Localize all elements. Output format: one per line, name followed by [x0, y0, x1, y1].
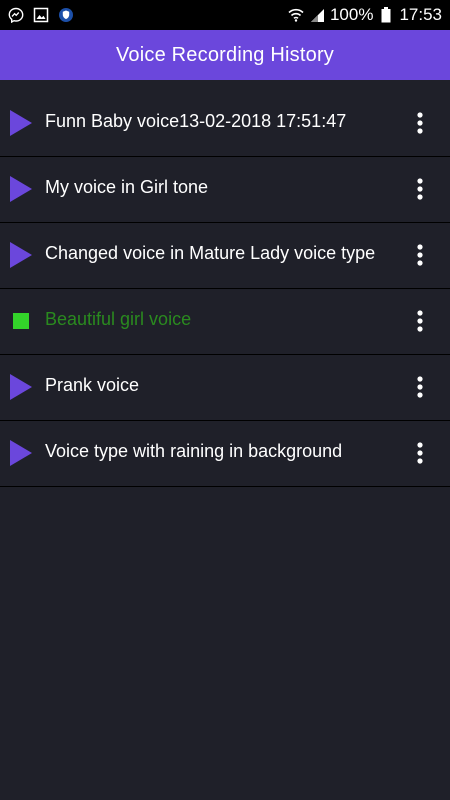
more-options-icon[interactable]	[408, 243, 432, 267]
more-options-icon[interactable]	[408, 441, 432, 465]
recording-item[interactable]: Prank voice	[0, 355, 450, 421]
signal-icon	[309, 7, 325, 23]
recording-item[interactable]: Beautiful girl voice	[0, 289, 450, 355]
clock: 17:53	[399, 5, 442, 24]
play-icon[interactable]	[9, 440, 33, 466]
image-icon	[33, 7, 49, 23]
stop-icon[interactable]	[9, 309, 33, 333]
recording-item[interactable]: Funn Baby voice13-02-2018 17:51:47	[0, 91, 450, 157]
play-icon[interactable]	[9, 176, 33, 202]
messenger-icon	[8, 7, 24, 23]
recording-title: Changed voice in Mature Lady voice type	[45, 243, 376, 263]
more-options-icon[interactable]	[408, 309, 432, 333]
battery-icon	[378, 7, 394, 23]
recording-title: Beautiful girl voice	[45, 309, 192, 329]
recording-list: Funn Baby voice13-02-2018 17:51:47 My voi…	[0, 91, 450, 487]
more-options-icon[interactable]	[408, 111, 432, 135]
battery-percent: 100%	[329, 5, 374, 24]
recording-title: Funn Baby voice13-02-2018 17:51:47	[45, 111, 347, 131]
recording-title: Voice type with raining in background	[45, 441, 343, 461]
recording-title: Prank voice	[45, 375, 140, 395]
app-bar: Voice Recording History	[0, 30, 450, 80]
status-right-indicators: 100% 17:53	[288, 5, 442, 25]
recording-item[interactable]: Changed voice in Mature Lady voice type	[0, 223, 450, 289]
recording-item[interactable]: Voice type with raining in background	[0, 421, 450, 487]
shield-app-icon	[58, 7, 74, 23]
more-options-icon[interactable]	[408, 177, 432, 201]
recording-item[interactable]: My voice in Girl tone	[0, 157, 450, 223]
status-bar: 100% 17:53	[0, 0, 450, 30]
play-icon[interactable]	[9, 374, 33, 400]
status-left-icons	[8, 7, 74, 23]
page-title: Voice Recording History	[115, 43, 335, 66]
play-icon[interactable]	[9, 242, 33, 268]
recording-title: My voice in Girl tone	[45, 177, 209, 197]
more-options-icon[interactable]	[408, 375, 432, 399]
wifi-icon	[288, 7, 304, 23]
play-icon[interactable]	[9, 110, 33, 136]
